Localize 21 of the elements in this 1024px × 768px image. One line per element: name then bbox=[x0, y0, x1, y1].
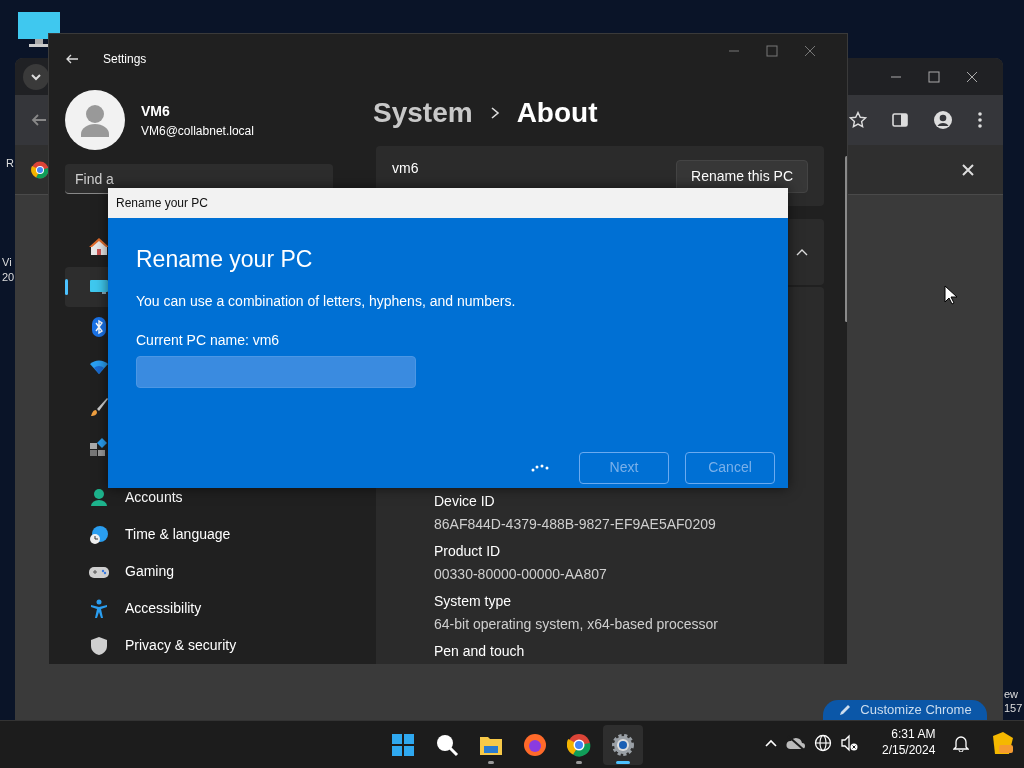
spec-value: 86AF844D-4379-488B-9827-EF9AE5AF0209 bbox=[434, 515, 717, 534]
user-email: VM6@collabnet.local bbox=[141, 122, 254, 140]
spec-value: 64-bit operating system, x64-based processor bbox=[434, 615, 720, 634]
dialog-heading: Rename your PC bbox=[136, 245, 313, 274]
spec-label: System type bbox=[434, 592, 513, 611]
desktop-label: R bbox=[6, 156, 14, 171]
spec-label: Product ID bbox=[434, 542, 502, 561]
page-title: About bbox=[516, 96, 598, 130]
current-name-label: Current PC name: vm6 bbox=[136, 330, 280, 350]
spec-label: Device ID bbox=[434, 492, 496, 511]
desktop-label: 157 bbox=[1004, 701, 1023, 716]
desktop-label: 20 bbox=[2, 270, 15, 285]
device-name: vm6 bbox=[392, 158, 419, 178]
window-title: Settings bbox=[103, 51, 147, 68]
spec-value: 00330-80000-00000-AA807 bbox=[434, 565, 608, 584]
desktop-label: Vi bbox=[2, 255, 12, 270]
spec-label: Pen and touch bbox=[434, 642, 526, 661]
dialog-title: Rename your PC bbox=[108, 188, 788, 218]
dialog-description: You can use a combination of letters, hyphens, and numbers. bbox=[136, 291, 516, 311]
user-name: VM6 bbox=[141, 101, 171, 121]
desktop-label: ew bbox=[1004, 687, 1019, 702]
